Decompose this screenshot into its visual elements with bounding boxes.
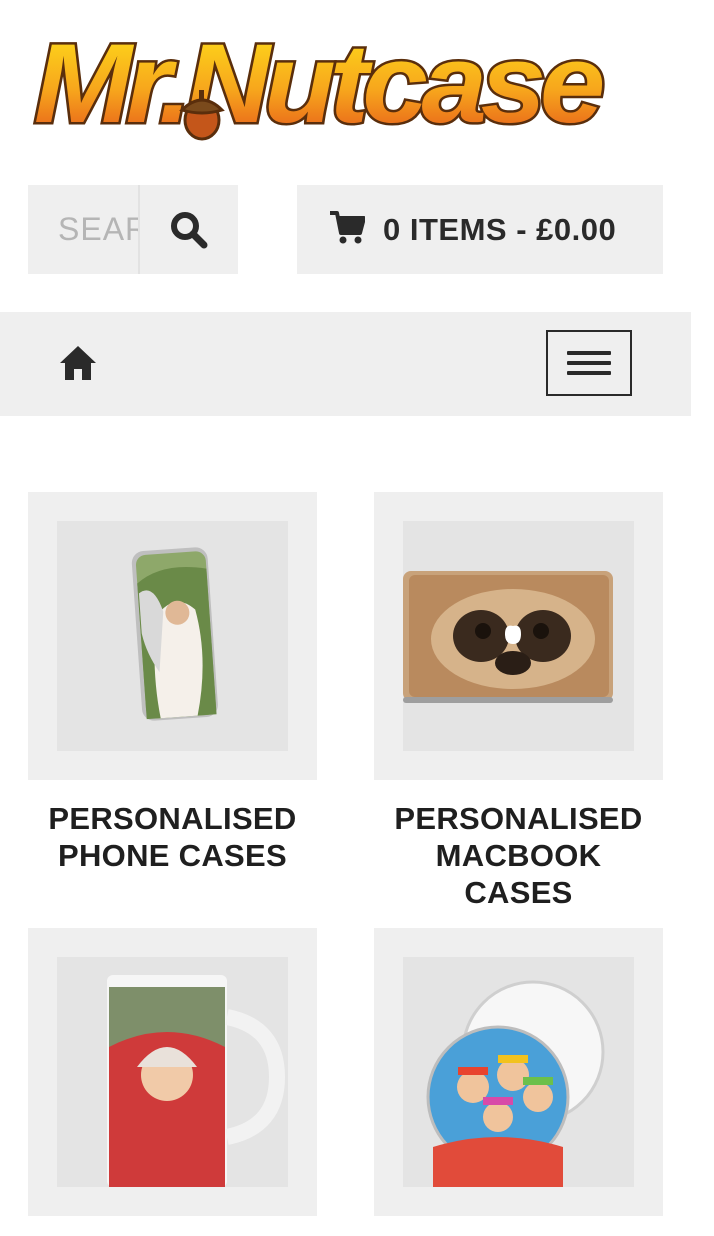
category-card-phone-cases[interactable]: PERSONALISED PHONE CASES (28, 492, 317, 874)
category-card-badges[interactable] (374, 928, 663, 1236)
cart-icon (330, 210, 365, 243)
category-card-macbook-cases[interactable]: PERSONALISED MACBOOK CASES (374, 492, 663, 911)
search-input[interactable] (28, 185, 138, 274)
cart-label: 0 ITEMS - £0.00 (383, 211, 617, 247)
home-icon[interactable] (58, 344, 98, 382)
pocket-mirror-image (403, 957, 634, 1187)
category-title[interactable]: PERSONALISED PHONE CASES (28, 800, 317, 874)
cart-summary[interactable]: 0 ITEMS - £0.00 (297, 185, 663, 274)
search-icon (171, 211, 208, 248)
mug-image (57, 957, 288, 1187)
hamburger-menu-icon[interactable] (546, 330, 632, 396)
category-image-frame (374, 492, 663, 780)
site-logo[interactable]: Mr.Nutcase (30, 14, 611, 143)
category-title[interactable]: PERSONALISED MACBOOK CASES (374, 800, 663, 911)
macbook-case-image (403, 521, 634, 751)
logo-text: Mr.Nutcase (34, 21, 603, 142)
search-form (28, 185, 238, 274)
category-image-frame (28, 928, 317, 1216)
search-button[interactable] (138, 185, 238, 274)
category-card-mugs[interactable] (28, 928, 317, 1236)
category-image-frame (374, 928, 663, 1216)
category-image-frame (28, 492, 317, 780)
phone-case-image (57, 521, 288, 751)
